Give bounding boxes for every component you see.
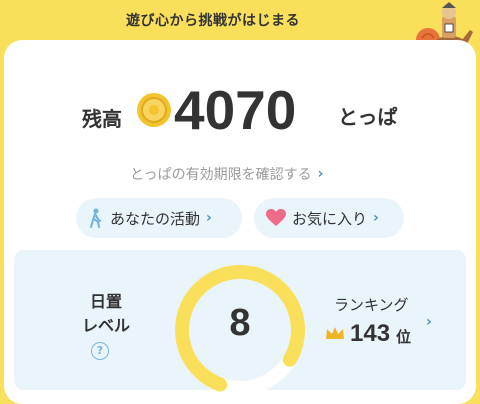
chevron-right-icon: › [317, 166, 324, 182]
activity-button[interactable]: あなたの活動 › [76, 198, 242, 238]
favorites-button[interactable]: お気に入り › [254, 198, 404, 238]
crown-icon [326, 327, 344, 339]
balance-value: 4070 [174, 79, 297, 141]
expiry-link[interactable]: とっぱの有効期限を確認する › [130, 164, 323, 184]
activity-button-label: あなたの活動 [110, 209, 201, 228]
level-label-line1: 日置 [90, 292, 123, 311]
favorites-button-label: お気に入り [292, 209, 368, 228]
ranking-label: ランキング [334, 296, 409, 314]
expiry-link-label: とっぱの有効期限を確認する [130, 167, 312, 183]
chevron-right-icon: › [206, 210, 212, 226]
balance-label: 残高 [82, 107, 122, 131]
banner-text: 遊び心から挑戦がはじまる [126, 13, 300, 29]
heart-icon [266, 209, 286, 226]
ranking-chevron-icon[interactable]: › [426, 314, 432, 330]
level-value: 8 [229, 302, 251, 344]
question-circle-icon[interactable]: ? [91, 342, 109, 360]
balance-unit: とっぱ [338, 105, 398, 129]
chevron-right-icon: › [373, 210, 379, 226]
ranking-value: 143 [350, 320, 391, 347]
level-label: 日置 レベル [82, 290, 130, 338]
top-banner: 遊び心から挑戦がはじまる [0, 0, 480, 40]
ranking-suffix: 位 [396, 328, 412, 346]
walking-person-icon [90, 208, 101, 228]
coin-icon [137, 93, 171, 127]
level-label-line2: レベル [82, 316, 131, 335]
